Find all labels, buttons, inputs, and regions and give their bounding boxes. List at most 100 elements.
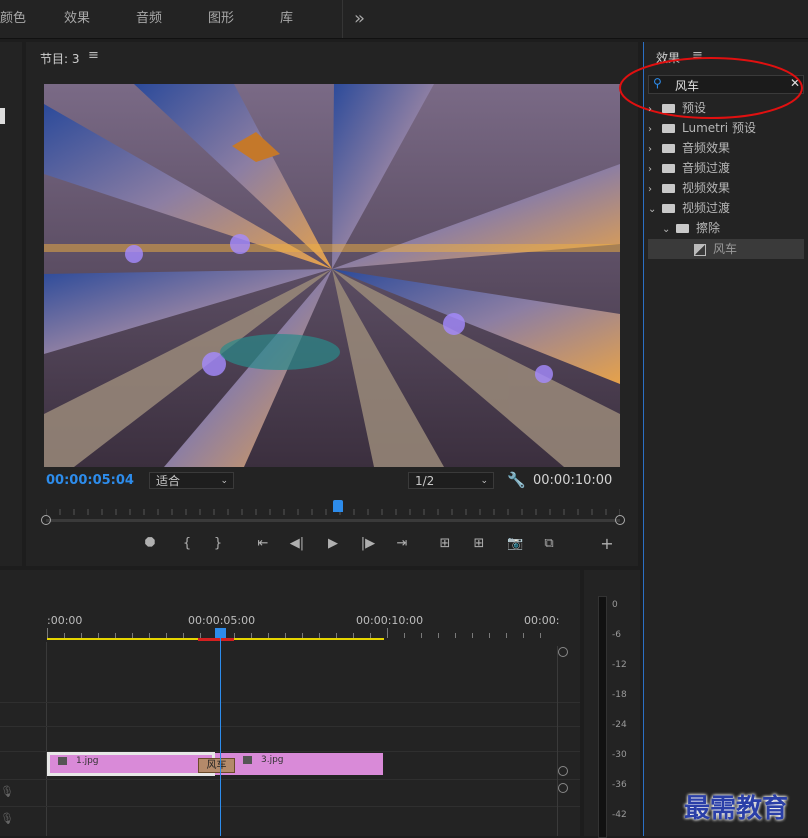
microphone-icon[interactable]: 🎙	[0, 785, 14, 798]
track-divider	[0, 806, 580, 807]
clip-3[interactable]: 3.jpg	[215, 753, 383, 775]
clip-name: 3.jpg	[261, 755, 284, 765]
mark-out-icon[interactable]: }	[210, 536, 226, 552]
meter-label: -18	[612, 690, 627, 700]
add-marker-icon[interactable]: ⯃	[142, 536, 158, 552]
folder-icon	[662, 144, 675, 153]
tree-item-audio-effects[interactable]: › 音频效果	[648, 138, 804, 158]
chevron-down-icon: ⌄	[480, 476, 488, 486]
mini-playhead[interactable]	[333, 500, 343, 512]
folder-icon	[662, 184, 675, 193]
fit-dropdown[interactable]: 适合 ⌄	[149, 472, 234, 489]
chevron-right-icon: ›	[648, 124, 652, 135]
scrub-end-handle[interactable]	[615, 515, 625, 525]
tab-color[interactable]: 颜色	[0, 0, 26, 38]
fx-badge-icon	[243, 756, 252, 764]
clip-name: 1.jpg	[76, 756, 99, 766]
timeline-scroll-track	[557, 646, 558, 836]
zoom-handle[interactable]	[558, 766, 568, 776]
ruler-label: 00:00:05:00	[188, 614, 256, 627]
panel-scroll-handle[interactable]	[0, 108, 5, 124]
fx-badge-icon	[58, 757, 67, 765]
folder-icon	[676, 224, 689, 233]
export-frame-icon[interactable]: 📷	[507, 536, 523, 552]
tree-item-presets[interactable]: › 预设	[648, 98, 804, 118]
transition-icon	[694, 243, 706, 256]
step-forward-icon[interactable]: |▶	[360, 536, 376, 552]
chevron-right-icon: ›	[648, 144, 652, 155]
workspace-bar	[0, 0, 808, 39]
tree-label: 预设	[682, 101, 707, 115]
folder-icon	[662, 164, 675, 173]
meter-label: -24	[612, 720, 627, 730]
ruler-label: 00:00:	[524, 614, 560, 627]
watermark-logo: 最需教育	[684, 794, 789, 824]
chevron-right-icon: ›	[648, 104, 652, 115]
ruler-label: 00:00:10:00	[356, 614, 424, 627]
tree-item-audio-transitions[interactable]: › 音频过渡	[648, 158, 804, 178]
chevron-down-icon: ⌄	[662, 224, 671, 235]
tree-item-video-transitions[interactable]: ⌄ 视频过渡	[648, 198, 804, 218]
step-back-icon[interactable]: ◀|	[289, 536, 305, 552]
comparison-view-icon[interactable]: ⧉	[541, 536, 557, 552]
tree-item-video-effects[interactable]: › 视频效果	[648, 178, 804, 198]
tree-label: 视频过渡	[682, 201, 731, 215]
extract-icon[interactable]: ⊞	[471, 536, 487, 552]
pinwheel-transition-frame	[44, 84, 620, 467]
tree-item-wipe[interactable]: ⌄ 擦除	[648, 218, 804, 238]
meter-label: -30	[612, 750, 627, 760]
ruler-label: :00:00	[47, 614, 83, 627]
more-workspaces-icon[interactable]: »	[354, 0, 365, 38]
tree-label: 音频效果	[682, 141, 731, 155]
tree-label: 视频效果	[682, 181, 731, 195]
playhead-handle[interactable]	[215, 628, 226, 638]
meter-label: -12	[612, 660, 627, 670]
render-bar	[198, 638, 234, 641]
tab-audio[interactable]: 音频	[136, 0, 162, 38]
transition-clip[interactable]: 风车	[198, 758, 235, 773]
playhead-line	[220, 628, 221, 836]
meter-label: -42	[612, 810, 627, 820]
chevron-right-icon: ›	[648, 164, 652, 175]
zoom-handle[interactable]	[558, 647, 568, 657]
chevron-down-icon: ⌄	[220, 476, 228, 486]
video-preview[interactable]	[44, 84, 620, 467]
clip-1[interactable]: 1.jpg	[47, 752, 215, 776]
tree-item-pinwheel[interactable]: 风车	[648, 239, 804, 259]
audio-meter-bar	[598, 596, 607, 838]
folder-star-icon	[662, 124, 675, 133]
play-icon[interactable]: ▶	[325, 536, 341, 552]
meter-label: -36	[612, 780, 627, 790]
go-to-out-icon[interactable]: ⇥	[394, 536, 410, 552]
track-divider	[0, 779, 580, 780]
mark-in-icon[interactable]: {	[179, 536, 195, 552]
go-to-in-icon[interactable]: ⇤	[255, 536, 271, 552]
timeline-panel	[0, 570, 580, 836]
button-editor-icon[interactable]: +	[599, 536, 615, 552]
tree-item-lumetri-presets[interactable]: › Lumetri 预设	[648, 118, 804, 138]
lift-icon[interactable]: ⊞	[437, 536, 453, 552]
microphone-icon[interactable]: 🎙	[0, 812, 14, 825]
tab-libraries[interactable]: 库	[280, 0, 293, 38]
resolution-dropdown[interactable]: 1/2 ⌄	[408, 472, 494, 489]
tree-label: 擦除	[696, 221, 721, 235]
zoom-handle[interactable]	[558, 783, 568, 793]
tab-graphics[interactable]: 图形	[208, 0, 234, 38]
folder-star-icon	[662, 104, 675, 113]
track-divider	[0, 702, 580, 703]
current-timecode[interactable]: 00:00:05:04	[46, 473, 134, 488]
panel-menu-icon[interactable]: ≡	[88, 48, 99, 63]
scrub-track[interactable]	[46, 519, 620, 522]
chevron-down-icon: ⌄	[648, 204, 657, 215]
divider	[342, 0, 343, 38]
wrench-icon[interactable]: 🔧	[507, 471, 526, 489]
scrub-start-handle[interactable]	[41, 515, 51, 525]
resolution-label: 1/2	[415, 474, 435, 488]
folder-icon	[662, 204, 675, 213]
chevron-right-icon: ›	[648, 184, 652, 195]
program-title[interactable]: 节目: 3	[40, 50, 80, 67]
track-divider	[0, 726, 580, 727]
meter-label: -6	[612, 630, 621, 640]
tab-effects[interactable]: 效果	[64, 0, 90, 38]
tree-label: 风车	[713, 242, 738, 256]
